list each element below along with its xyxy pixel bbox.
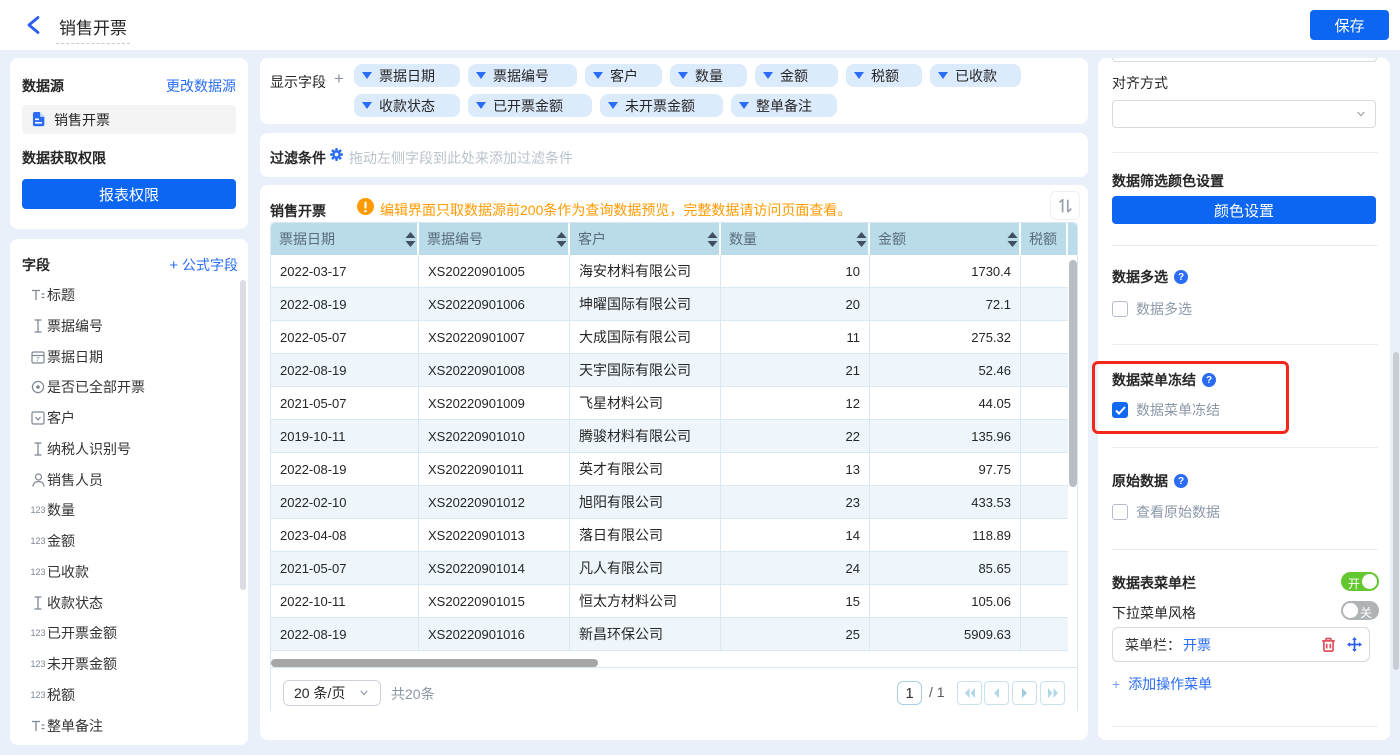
- svg-text:7: 7: [36, 356, 40, 363]
